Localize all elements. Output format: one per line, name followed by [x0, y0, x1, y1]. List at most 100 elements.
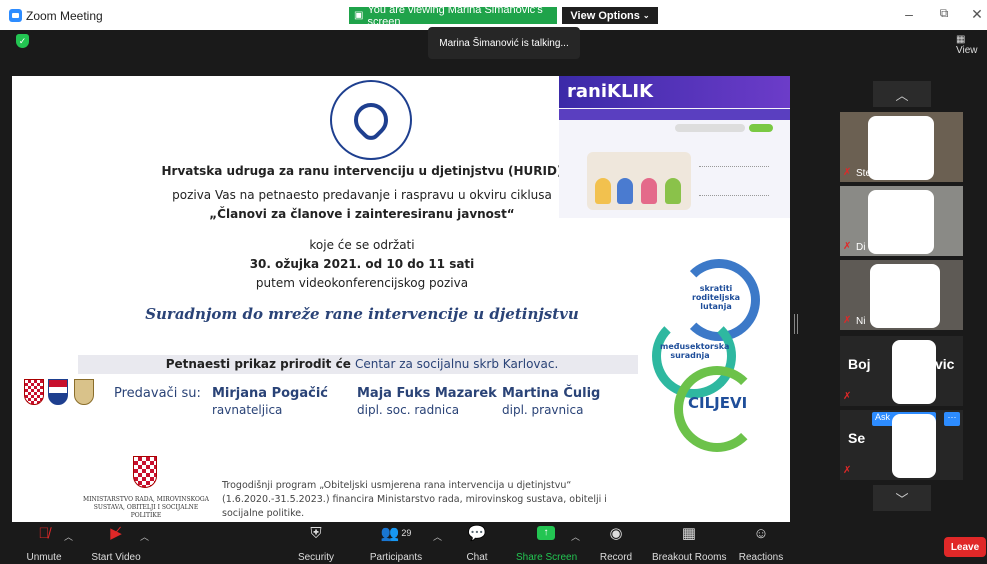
record-button[interactable]: ◉ Record	[598, 522, 634, 563]
minimize-button[interactable]: –	[899, 6, 919, 22]
participants-options-caret[interactable]: ︿	[433, 530, 442, 543]
participants-label: Participants	[369, 552, 423, 563]
tiles-scroll-up-button[interactable]: ︿	[873, 81, 931, 107]
participant-name: Ste	[856, 168, 872, 179]
active-speaker-indicator: Marina Šimanović is talking...	[428, 27, 580, 59]
breakout-rooms-icon: ▦	[681, 525, 697, 542]
muted-mic-icon: ✗	[843, 315, 852, 326]
ministry-name: MINISTARSTVO RADA, MIROVINSKOGA SUSTAVA,…	[82, 496, 210, 519]
lecturer-name: Maja Fuks Mazarek	[357, 386, 497, 401]
program-footer: Trogodišnji program „Obiteljski usmjeren…	[222, 480, 607, 519]
held-line: koje će se održati	[309, 238, 415, 252]
more-options-button[interactable]: ···	[944, 412, 960, 426]
security-label: Security	[297, 552, 335, 563]
chevron-up-icon: ︿	[895, 87, 909, 103]
participant-name: Di	[856, 242, 866, 253]
grid-icon: ▦	[956, 34, 966, 45]
participant-video-redacted	[870, 264, 940, 328]
raniklik-logo: raniKLIK	[559, 76, 790, 108]
goal-label-ciljevi: CILJEVI	[688, 394, 748, 412]
window-title: Zoom Meeting	[26, 9, 103, 23]
audio-options-caret[interactable]: ︿	[64, 530, 73, 543]
goal-label-suradnja: međusektorska suradnja	[660, 342, 730, 360]
participants-button[interactable]: 👥 29 Participants	[368, 522, 424, 563]
raniklik-search-field	[675, 124, 745, 132]
via-line: putem videokonferencijskog poziva	[255, 276, 469, 290]
restore-button[interactable]: ⧉	[934, 6, 954, 21]
date-line: 30. ožujka 2021. od 10 do 11 sati	[249, 257, 475, 271]
hurid-logo	[330, 80, 412, 160]
view-button[interactable]: ▦ View	[956, 34, 987, 56]
start-video-button[interactable]: ▶̸ Start Video	[86, 522, 146, 563]
zoom-app-icon	[9, 9, 22, 22]
view-label: View	[956, 45, 978, 56]
muted-mic-icon: ✗	[843, 391, 852, 402]
unmute-label: Unmute	[26, 552, 62, 563]
chevron-down-icon: ⌄	[642, 11, 650, 20]
viewing-screen-banner: ▣ You are viewing Marina Šimanović's scr…	[349, 4, 557, 28]
participant-video-redacted	[868, 190, 934, 254]
chat-bubble-icon: 💬	[467, 525, 487, 542]
muted-mic-icon: ✗	[843, 465, 852, 476]
share-screen-label: Share Screen	[516, 552, 578, 563]
viewing-screen-text: You are viewing Marina Šimanović's scree…	[367, 3, 543, 28]
reactions-button[interactable]: ☺ Reactions	[738, 522, 784, 564]
start-video-label: Start Video	[91, 552, 141, 563]
lecturer-name: Mirjana Pogačić	[212, 386, 328, 401]
participant-tile[interactable]: Se Ask ··· ✗	[840, 410, 963, 480]
security-button[interactable]: ⛨ Security	[294, 522, 338, 564]
participant-tile[interactable]: ✗ Ni	[840, 260, 963, 330]
children-photo	[587, 152, 691, 210]
participant-name: Ni	[856, 316, 866, 327]
participant-tile[interactable]: ✗ Di	[840, 186, 963, 256]
raniklik-website-image: raniKLIK	[559, 76, 790, 218]
breakout-rooms-button[interactable]: ▦ Breakout Rooms	[652, 522, 726, 563]
security-shield-icon[interactable]: ✓	[16, 34, 29, 48]
leave-button[interactable]: Leave	[944, 537, 986, 557]
record-icon: ◉	[609, 525, 623, 542]
ministry-crest-icon	[133, 456, 157, 488]
chevron-down-icon: ﹀	[895, 491, 909, 507]
lecturer-role: dipl. pravnica	[502, 403, 584, 417]
croatia-crest-icon	[24, 379, 44, 405]
video-options-caret[interactable]: ︿	[140, 530, 149, 543]
raniklik-quote-block	[699, 166, 769, 196]
unmute-button[interactable]: 🎙̸ Unmute	[22, 522, 66, 564]
meeting-stage: ✓ Marina Šimanović is talking... ▦ View …	[0, 27, 987, 564]
participant-tile[interactable]: ✗ Ste	[840, 112, 963, 182]
participant-name: Boj	[848, 356, 871, 372]
close-button[interactable]: ✕	[967, 6, 987, 23]
share-screen-button[interactable]: ↑ Share Screen	[516, 522, 578, 563]
video-off-icon: ▶̸	[110, 525, 122, 542]
view-options-button[interactable]: View Options ⌄	[562, 7, 658, 24]
participant-video-redacted	[868, 116, 934, 180]
share-options-caret[interactable]: ︿	[571, 530, 580, 543]
record-label: Record	[599, 552, 633, 563]
tiles-scroll-down-button[interactable]: ﹀	[873, 485, 931, 511]
meeting-toolbar: 🎙̸ Unmute ︿ ▶̸ Start Video ︿ ⛨ Security …	[0, 522, 987, 564]
smiley-plus-icon: ☺	[753, 524, 769, 542]
goal-label-lutanja: skratiti roditeljska lutanja	[691, 284, 741, 311]
muted-microphone-icon: 🎙̸	[38, 524, 50, 542]
participant-video-redacted	[892, 340, 936, 404]
presentation-center: Centar za socijalnu skrb Karlovac.	[355, 357, 559, 371]
reactions-label: Reactions	[738, 552, 784, 563]
shared-screen-slide: Hrvatska udruga za ranu intervenciju u d…	[12, 76, 790, 546]
panel-resize-handle[interactable]	[794, 314, 798, 334]
participant-name: Se	[848, 430, 866, 446]
slide-headline: Suradnjom do mreže rane intervencije u d…	[145, 305, 579, 323]
city-crest-icon	[74, 379, 94, 405]
participant-tile[interactable]: Boj vic ✗	[840, 336, 963, 406]
heart-logo-icon	[346, 95, 396, 145]
participant-video-redacted	[892, 414, 936, 478]
chat-button[interactable]: 💬 Chat	[462, 522, 492, 563]
county-crest-icon	[48, 379, 68, 405]
raniklik-search-button	[749, 124, 773, 132]
muted-mic-icon: ✗	[843, 241, 852, 252]
window-titlebar: Zoom Meeting ▣ You are viewing Marina Ši…	[0, 0, 987, 30]
lecturers-label: Predavači su:	[114, 386, 201, 401]
presentation-prefix: Petnaesti prikaz prirodit će	[165, 357, 356, 371]
raniklik-nav-bar	[559, 109, 790, 120]
breakout-rooms-label: Breakout Rooms	[652, 552, 727, 563]
lecturer-name: Martina Čulig	[502, 386, 601, 401]
